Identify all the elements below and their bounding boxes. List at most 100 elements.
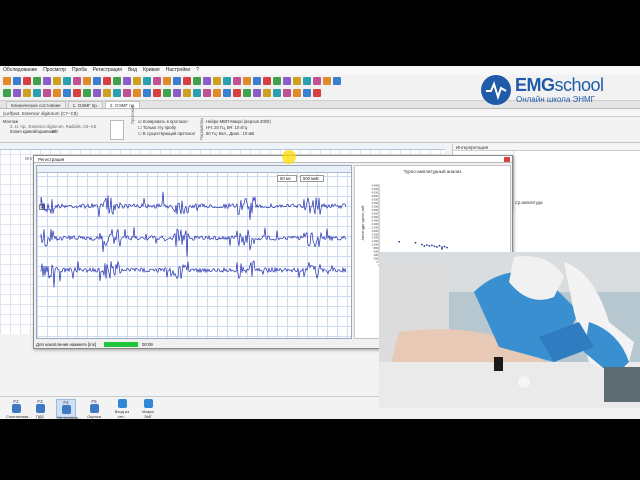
toolbar-button[interactable] bbox=[23, 89, 31, 97]
toolbar-button[interactable] bbox=[213, 77, 221, 85]
only-this-probe-checkbox[interactable]: ☐ Только эту пробу bbox=[138, 125, 176, 130]
toolbar-button[interactable] bbox=[73, 89, 81, 97]
close-icon[interactable] bbox=[504, 157, 510, 162]
toolbar-button[interactable] bbox=[3, 77, 11, 85]
toolbar-button[interactable] bbox=[163, 77, 171, 85]
toolbar-button[interactable] bbox=[203, 77, 211, 85]
toolbar-button[interactable] bbox=[303, 89, 311, 97]
toolbar-button[interactable] bbox=[133, 77, 141, 85]
toolbar-button[interactable] bbox=[223, 77, 231, 85]
toolbar-button[interactable] bbox=[33, 89, 41, 97]
menu-item-help[interactable]: ? bbox=[196, 66, 199, 75]
curve-option[interactable]: Копия кривой/архивная bbox=[10, 129, 56, 134]
toolbar-button[interactable] bbox=[43, 89, 51, 97]
menu-item-exam[interactable]: Обследование bbox=[3, 66, 37, 75]
copy-to-protocol-checkbox[interactable]: ☑ Копировать в протокол bbox=[138, 119, 188, 124]
existing-protocol-checkbox[interactable]: ☐ В существующий протокол bbox=[138, 131, 195, 136]
toolbar-button[interactable] bbox=[213, 89, 221, 97]
toolbar-button[interactable] bbox=[163, 89, 171, 97]
toolbar-button[interactable] bbox=[283, 89, 291, 97]
toolbar-button[interactable] bbox=[263, 89, 271, 97]
toolbar-button[interactable] bbox=[53, 89, 61, 97]
toolbar-button[interactable] bbox=[63, 89, 71, 97]
menu-item-registration[interactable]: Регистрация bbox=[93, 66, 122, 75]
time-ruler[interactable] bbox=[0, 144, 445, 150]
toolbar-button[interactable] bbox=[53, 77, 61, 85]
toolbar-button[interactable] bbox=[103, 89, 111, 97]
toolbar-button[interactable] bbox=[93, 89, 101, 97]
emg-trace-panel[interactable]: 50 мс 500 мкВ 1 bbox=[36, 165, 352, 339]
toolbar-button[interactable] bbox=[263, 77, 271, 85]
toolbar-button[interactable] bbox=[223, 89, 231, 97]
toolbar-button[interactable] bbox=[93, 77, 101, 85]
bottom-tool-0[interactable]: F2 Спонтанная... bbox=[6, 399, 32, 419]
toolbar-button[interactable] bbox=[243, 77, 251, 85]
bottom-tool-4[interactable]: Вход из сет... bbox=[112, 399, 132, 419]
y-tick-label: 1 800 bbox=[372, 229, 379, 233]
toolbar-button[interactable] bbox=[313, 77, 321, 85]
toolbar-button[interactable] bbox=[293, 89, 301, 97]
toolbar-button[interactable] bbox=[253, 89, 261, 97]
menu-item-view-mode[interactable]: Просмотр bbox=[43, 66, 66, 75]
bottom-tool-1[interactable]: F3 ПДЕ bbox=[30, 399, 50, 419]
data-point bbox=[431, 244, 433, 247]
toolbar-button[interactable] bbox=[173, 77, 181, 85]
tab-oemg-1[interactable]: 1. ОЭМГ пр. bbox=[67, 101, 104, 108]
menu-item-probe[interactable]: Проба bbox=[72, 66, 87, 75]
toolbar-button[interactable] bbox=[193, 89, 201, 97]
toolbar-button[interactable] bbox=[273, 89, 281, 97]
toolbar-button[interactable] bbox=[283, 77, 291, 85]
toolbar-button[interactable] bbox=[83, 77, 91, 85]
toolbar-button[interactable] bbox=[333, 77, 341, 85]
toolbar-button[interactable] bbox=[3, 89, 11, 97]
toolbar-button[interactable] bbox=[13, 77, 21, 85]
toolbar-button[interactable] bbox=[113, 89, 121, 97]
toolbar-button[interactable] bbox=[113, 77, 121, 85]
toolbar-button[interactable] bbox=[143, 77, 151, 85]
toolbar-button[interactable] bbox=[153, 77, 161, 85]
toolbar-button[interactable] bbox=[233, 89, 241, 97]
toolbar-button[interactable] bbox=[183, 77, 191, 85]
interpretation-header: Интерпретация bbox=[453, 144, 640, 151]
toolbar-button[interactable] bbox=[183, 89, 191, 97]
toolbar-button[interactable] bbox=[203, 89, 211, 97]
toolbar-button[interactable] bbox=[293, 77, 301, 85]
toolbar-button[interactable] bbox=[63, 77, 71, 85]
tab-oemg-2[interactable]: 2. ОЭМГ пр. bbox=[105, 101, 141, 108]
toolbar-button[interactable] bbox=[123, 89, 131, 97]
menu-item-view[interactable]: Вид bbox=[128, 66, 137, 75]
bottom-tool-5[interactable]: Макро ЭМГ bbox=[138, 399, 158, 419]
side-label-params: Параметры bbox=[199, 117, 204, 140]
copy-to-protocol-label: Копировать в протокол bbox=[142, 119, 188, 124]
toolbar-button[interactable] bbox=[43, 77, 51, 85]
preview-box bbox=[110, 120, 124, 140]
menu-item-settings[interactable]: Настройки bbox=[166, 66, 191, 75]
y-tick-label: 800 bbox=[374, 246, 379, 250]
toolbar-button[interactable] bbox=[193, 77, 201, 85]
toolbar-button[interactable] bbox=[243, 89, 251, 97]
toolbar-button[interactable] bbox=[273, 77, 281, 85]
bottom-tool-label: Вход из сет... bbox=[114, 409, 130, 419]
toolbar-button[interactable] bbox=[33, 77, 41, 85]
toolbar-button[interactable] bbox=[133, 89, 141, 97]
toolbar-button[interactable] bbox=[253, 77, 261, 85]
tab-clinical[interactable]: Клиническое состояние bbox=[6, 101, 66, 108]
toolbar-button[interactable] bbox=[323, 77, 331, 85]
toolbar-button[interactable] bbox=[103, 77, 111, 85]
toolbar-button[interactable] bbox=[83, 89, 91, 97]
toolbar-button[interactable] bbox=[233, 77, 241, 85]
toolbar-button[interactable] bbox=[13, 89, 21, 97]
menu-item-curve[interactable]: Кривая bbox=[143, 66, 160, 75]
toolbar-button[interactable] bbox=[173, 89, 181, 97]
bottom-tool-2[interactable]: F4 Интерфере... bbox=[56, 399, 82, 420]
toolbar-button[interactable] bbox=[143, 89, 151, 97]
toolbar-button[interactable] bbox=[73, 77, 81, 85]
toolbar-button[interactable] bbox=[123, 77, 131, 85]
toolbar-button[interactable] bbox=[153, 89, 161, 97]
bottom-tool-3[interactable]: F5 Оценка б... bbox=[84, 399, 104, 424]
column-divider bbox=[513, 151, 514, 211]
y-tick-label: 2 000 bbox=[372, 225, 379, 229]
toolbar-button[interactable] bbox=[23, 77, 31, 85]
toolbar-button[interactable] bbox=[303, 77, 311, 85]
toolbar-button[interactable] bbox=[313, 89, 321, 97]
